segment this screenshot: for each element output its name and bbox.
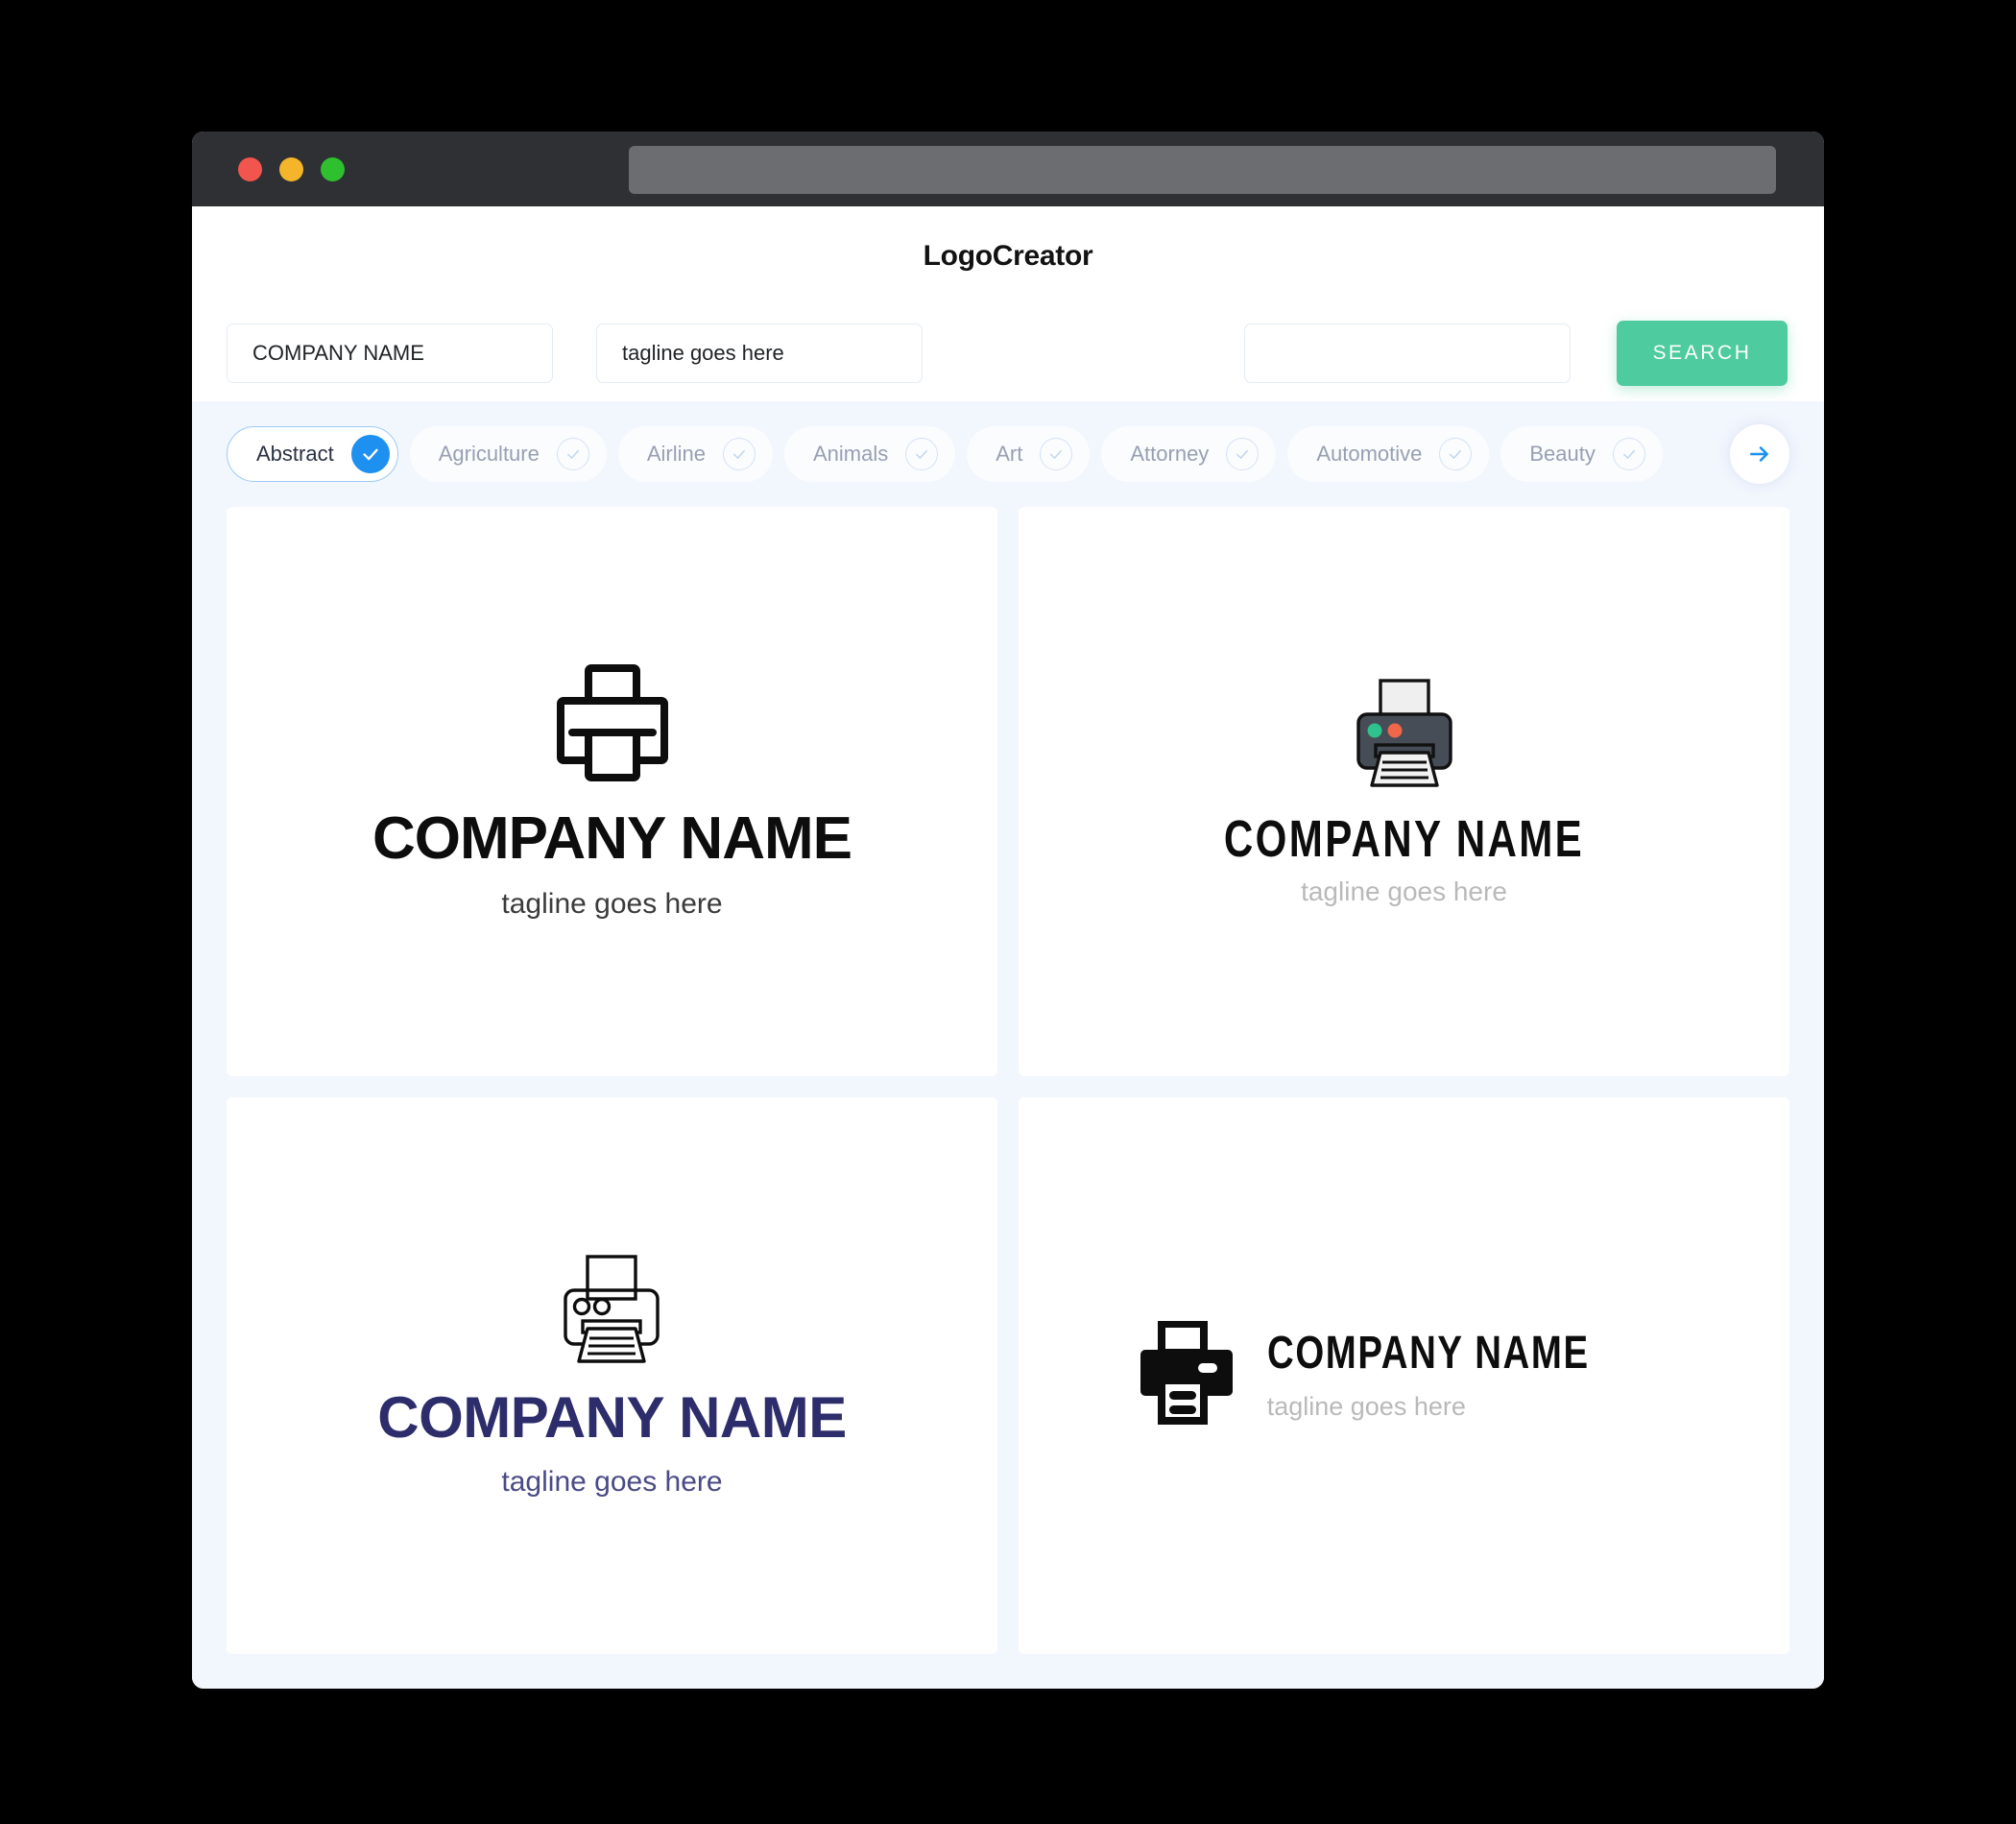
url-bar[interactable] [629, 146, 1776, 194]
browser-titlebar [192, 132, 1824, 206]
category-chip-animals[interactable]: Animals [784, 426, 956, 482]
check-icon [1236, 449, 1249, 459]
logo-tagline: tagline goes here [501, 887, 723, 920]
printer-line-icon [560, 1254, 663, 1368]
category-chip-label: Airline [646, 442, 706, 466]
page-title: LogoCreator [923, 239, 1093, 272]
category-chip-label: Animals [813, 442, 889, 466]
logo-company-name: COMPANY NAME [372, 804, 852, 872]
screenshot-stage: LogoCreator COMPANY NAME tagline goes he… [0, 0, 2016, 1824]
category-chip-label: Art [996, 442, 1023, 466]
category-chip-check[interactable] [556, 438, 589, 470]
category-chip-check[interactable] [1612, 438, 1645, 470]
search-button[interactable]: SEARCH [1617, 321, 1788, 386]
window-controls [238, 156, 345, 181]
logo-card[interactable]: COMPANY NAME tagline goes here [1019, 507, 1789, 1076]
category-chip-automotive[interactable]: Automotive [1287, 426, 1490, 482]
tagline-input[interactable]: tagline goes here [596, 324, 923, 383]
printer-solid-icon [1139, 1320, 1235, 1429]
category-filter-bar: Abstract Agriculture Airline Animals Art Atto… [192, 401, 1824, 507]
category-chip-check[interactable] [723, 438, 756, 470]
category-chip-abstract[interactable]: Abstract [227, 426, 398, 482]
logo-tagline: tagline goes here [501, 1466, 723, 1499]
logo-preview: COMPANY NAME tagline goes here [1173, 678, 1635, 905]
logo-card[interactable]: COMPANY NAME tagline goes here [1019, 1096, 1789, 1654]
logo-card[interactable]: COMPANY NAME tagline goes here [227, 507, 997, 1076]
category-chip-check[interactable] [1439, 438, 1473, 470]
company-name-input[interactable]: COMPANY NAME [227, 324, 553, 383]
check-icon [1622, 449, 1635, 459]
logo-tagline: tagline goes here [1266, 1392, 1466, 1422]
category-chip-label: Agriculture [438, 442, 540, 466]
logo-results-grid: COMPANY NAME tagline goes here COMPANY N… [192, 507, 1824, 1689]
printer-color-icon [1353, 678, 1456, 792]
category-chip-agriculture[interactable]: Agriculture [409, 426, 607, 482]
category-chip-label: Automotive [1316, 442, 1423, 466]
logo-tagline: tagline goes here [1301, 876, 1507, 906]
check-icon [1450, 449, 1462, 459]
printer-outline-icon [555, 663, 670, 786]
check-icon [733, 449, 745, 459]
app-header: LogoCreator [192, 206, 1824, 305]
logo-company-name: COMPANY NAME [377, 1385, 847, 1451]
minimize-button[interactable] [279, 156, 303, 181]
check-icon [1050, 449, 1063, 459]
category-chip-check[interactable] [1040, 438, 1073, 470]
search-toolbar: COMPANY NAME tagline goes here SEARCH [192, 305, 1824, 401]
category-chip-label: Abstract [256, 442, 334, 466]
browser-window: LogoCreator COMPANY NAME tagline goes he… [192, 132, 1824, 1689]
logo-company-name: COMPANY NAME [1223, 809, 1585, 868]
category-chip-label: Beauty [1529, 442, 1596, 466]
category-chip-attorney[interactable]: Attorney [1101, 426, 1277, 482]
logo-preview: COMPANY NAME tagline goes here [1139, 1320, 1670, 1429]
arrow-right-icon [1750, 446, 1768, 462]
check-icon [916, 449, 928, 459]
logo-company-name: COMPANY NAME [1266, 1328, 1590, 1380]
check-icon [566, 449, 579, 459]
category-chip-airline[interactable]: Airline [617, 426, 773, 482]
close-button[interactable] [238, 156, 262, 181]
category-chip-check[interactable] [905, 438, 939, 470]
category-chip-art[interactable]: Art [967, 426, 1091, 482]
category-chip-beauty[interactable]: Beauty [1500, 426, 1663, 482]
logo-card[interactable]: COMPANY NAME tagline goes here [227, 1096, 997, 1654]
category-chip-label: Attorney [1130, 442, 1210, 466]
check-icon [363, 448, 378, 461]
maximize-button[interactable] [321, 156, 345, 181]
category-chip-check[interactable] [350, 435, 390, 473]
next-categories-button[interactable] [1730, 424, 1789, 484]
logo-preview: COMPANY NAME tagline goes here [377, 1254, 847, 1499]
logo-preview: COMPANY NAME tagline goes here [372, 663, 852, 920]
category-chip-check[interactable] [1226, 438, 1260, 470]
keyword-input[interactable] [1244, 324, 1571, 383]
